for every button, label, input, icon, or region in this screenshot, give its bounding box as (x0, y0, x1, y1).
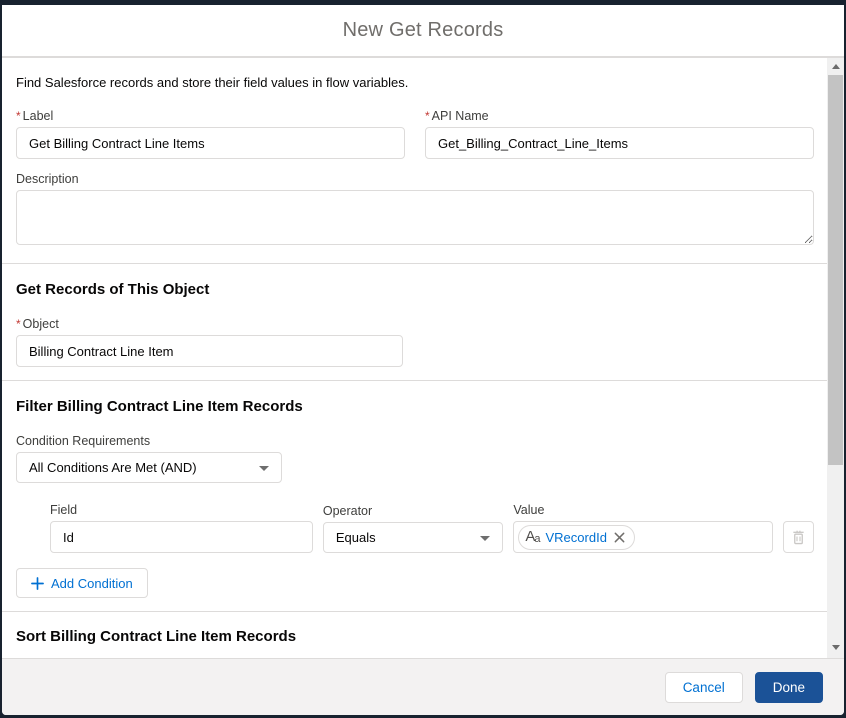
description-field-group: Description (16, 172, 814, 250)
label-apiname-row: *Label *API Name (16, 109, 814, 159)
add-condition-label: Add Condition (51, 575, 133, 591)
condition-operator-label: Operator (322, 504, 373, 518)
condition-operator-value: Equals (335, 530, 376, 545)
modal-body-content: Find Salesforce records and store their … (2, 58, 827, 658)
api-name-field-label: * API Name (425, 109, 814, 123)
done-button[interactable]: Done (754, 671, 823, 703)
condition-requirements-value: All Conditions Are Met (AND) (29, 460, 197, 475)
condition-value-label: Value (513, 503, 545, 517)
description-textarea[interactable] (16, 190, 814, 245)
api-name-field-label-text: API Name (431, 109, 489, 123)
delete-condition-button[interactable] (783, 521, 814, 553)
value-pill[interactable]: Aa VRecordId (518, 524, 635, 550)
api-name-field-group: * API Name (425, 109, 814, 159)
add-condition-button[interactable]: Add Condition (16, 568, 148, 598)
value-pill-text: VRecordId (545, 529, 607, 545)
section-divider (2, 263, 827, 264)
object-field-label: * Object (16, 317, 403, 331)
modal-title: New Get Records (342, 19, 504, 41)
new-get-records-modal: New Get Records Find Salesforce records … (2, 5, 844, 715)
triangle-down-icon (831, 645, 840, 650)
object-field-group: * Object (16, 317, 403, 367)
condition-operator-group: Operator Equals (322, 504, 504, 553)
object-field-label-text: Object (22, 317, 59, 331)
condition-requirements-group: Condition Requirements All Conditions Ar… (16, 434, 282, 483)
chevron-down-icon (480, 535, 491, 541)
required-asterisk: * (425, 109, 430, 123)
scroll-down-arrow[interactable] (827, 639, 844, 656)
condition-row: Field Operator Equals Value (50, 503, 814, 553)
trash-icon (793, 530, 804, 545)
modal-body: Find Salesforce records and store their … (2, 58, 844, 658)
api-name-input[interactable] (425, 127, 814, 159)
description-field-label: Description (16, 172, 79, 186)
screen-background: New Get Records Find Salesforce records … (0, 0, 846, 718)
triangle-up-icon (831, 64, 840, 69)
condition-value-group: Value Aa VRecordId (513, 503, 774, 553)
label-field-group: * Label (16, 109, 405, 159)
sort-section-heading: Sort Billing Contract Line Item Records (16, 628, 297, 645)
plus-icon (31, 576, 44, 590)
pill-remove-icon[interactable] (613, 531, 626, 544)
condition-field-label: Field (50, 503, 78, 517)
intro-text: Find Salesforce records and store their … (16, 75, 409, 90)
condition-requirements-label: Condition Requirements (16, 434, 151, 448)
scrollbar-thumb[interactable] (828, 75, 843, 465)
label-field-label-text: Label (22, 109, 54, 123)
modal-footer: Cancel Done (2, 658, 844, 715)
scroll-up-arrow[interactable] (827, 58, 844, 75)
required-asterisk: * (16, 109, 21, 123)
object-input[interactable] (16, 335, 403, 367)
required-asterisk: * (16, 317, 21, 331)
cancel-button[interactable]: Cancel (664, 671, 743, 703)
condition-operator-dropdown[interactable]: Equals (322, 522, 504, 553)
condition-field-group: Field (50, 503, 313, 553)
text-type-icon: Aa (525, 528, 541, 545)
chevron-down-icon (259, 465, 269, 471)
condition-requirements-dropdown[interactable]: All Conditions Are Met (AND) (16, 452, 282, 483)
condition-field-input[interactable] (50, 521, 313, 553)
section-divider (2, 380, 827, 381)
label-field-label: * Label (16, 109, 405, 123)
scrollbar[interactable] (827, 58, 844, 658)
modal-header: New Get Records (2, 5, 844, 58)
condition-value-input[interactable]: Aa VRecordId (513, 521, 774, 553)
label-input[interactable] (16, 127, 405, 159)
filter-section-heading: Filter Billing Contract Line Item Record… (16, 398, 303, 415)
object-section-heading: Get Records of This Object (16, 281, 210, 298)
section-divider (2, 611, 827, 612)
